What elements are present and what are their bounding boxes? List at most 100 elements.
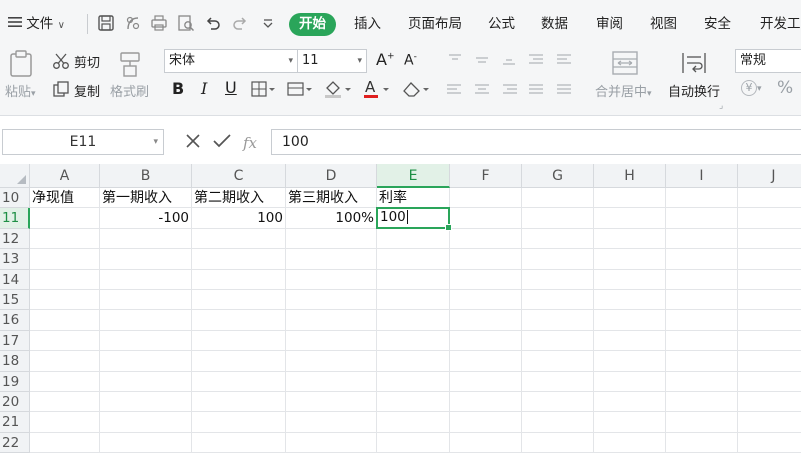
row-header-20[interactable]: 20 [0, 392, 30, 413]
merge-center-button[interactable]: 合并居中▾ [595, 81, 652, 100]
cell-d22[interactable] [286, 432, 377, 454]
cell-g15[interactable] [522, 290, 594, 311]
borders-icon[interactable] [251, 80, 277, 102]
cell-j17[interactable] [738, 331, 801, 352]
print-preview-icon[interactable] [177, 14, 195, 32]
cell-b19[interactable] [100, 371, 192, 392]
row-header-10[interactable]: 10 [0, 188, 30, 209]
spreadsheet-grid[interactable]: A B C D E F G H I J 10 净现值 第一期收入 第二期收入 第三期收入… [0, 164, 801, 456]
cell-g18[interactable] [522, 351, 594, 372]
cell-c15[interactable] [192, 290, 286, 311]
wrap-text-button[interactable]: 自动换行 [668, 81, 720, 100]
column-header-j[interactable]: J [738, 164, 801, 188]
cell-c20[interactable] [192, 392, 286, 413]
percent-button[interactable]: % [777, 78, 793, 98]
format-painter-button[interactable]: 格式刷 [110, 81, 149, 100]
cell-e10[interactable]: 利率 [377, 188, 450, 209]
cell-b12[interactable] [100, 228, 192, 250]
cell-i22[interactable] [666, 432, 738, 454]
bold-icon[interactable]: B [172, 79, 184, 98]
cell-g22[interactable] [522, 432, 594, 454]
fill-color-icon[interactable] [323, 79, 353, 103]
cell-a22[interactable] [30, 432, 100, 454]
row-header-14[interactable]: 14 [0, 269, 30, 290]
cell-i13[interactable] [666, 249, 738, 270]
cell-a18[interactable] [30, 351, 100, 372]
cell-f21[interactable] [450, 412, 522, 433]
column-header-f[interactable]: F [450, 164, 522, 188]
cut-button[interactable]: 剪切 [74, 52, 100, 71]
row-header-22[interactable]: 22 [0, 432, 30, 454]
cell-c16[interactable] [192, 310, 286, 331]
cell-i10[interactable] [666, 188, 738, 209]
cell-h18[interactable] [594, 351, 666, 372]
redo-icon[interactable] [231, 14, 249, 32]
cell-f13[interactable] [450, 249, 522, 270]
cell-f19[interactable] [450, 371, 522, 392]
font-size-select[interactable]: 11 ▾ [297, 49, 367, 73]
cell-d10[interactable]: 第三期收入 [286, 188, 377, 209]
cell-i18[interactable] [666, 351, 738, 372]
save-icon[interactable] [97, 14, 115, 32]
cell-i11[interactable] [666, 208, 738, 229]
cell-a11[interactable] [30, 208, 100, 229]
cell-a16[interactable] [30, 310, 100, 331]
row-header-15[interactable]: 15 [0, 290, 30, 311]
cell-h17[interactable] [594, 330, 666, 352]
cell-b10[interactable]: 第一期收入 [100, 188, 192, 209]
cell-a15[interactable] [30, 290, 100, 311]
cell-h21[interactable] [594, 412, 666, 433]
cell-e22[interactable] [377, 432, 450, 454]
cell-g21[interactable] [522, 412, 594, 433]
cell-f10[interactable] [450, 188, 522, 209]
cell-b15[interactable] [100, 290, 192, 311]
currency-button[interactable]: ¥ ▾ [741, 79, 762, 96]
cell-i15[interactable] [666, 290, 738, 311]
cell-f12[interactable] [450, 228, 522, 250]
row-header-21[interactable]: 21 [0, 412, 30, 433]
cell-g10[interactable] [522, 188, 594, 209]
cell-b14[interactable] [100, 269, 192, 290]
print-icon[interactable] [150, 14, 168, 32]
copy-button[interactable]: 复制 [74, 81, 100, 100]
font-color-icon[interactable]: A [363, 78, 393, 104]
cell-style-icon[interactable] [287, 80, 313, 102]
cell-g12[interactable] [522, 228, 594, 250]
cell-g16[interactable] [522, 310, 594, 331]
cell-e16[interactable] [377, 310, 450, 331]
cell-f22[interactable] [450, 432, 522, 454]
tab-security[interactable]: 安全 [704, 12, 731, 36]
cell-f16[interactable] [450, 310, 522, 331]
column-header-e[interactable]: E [377, 164, 450, 188]
cell-c22[interactable] [192, 432, 286, 454]
cell-h22[interactable] [594, 432, 666, 454]
cell-b13[interactable] [100, 249, 192, 270]
column-header-b[interactable]: B [100, 164, 192, 188]
cell-e20[interactable] [377, 392, 450, 413]
cell-a12[interactable] [30, 228, 100, 250]
cell-g17[interactable] [522, 330, 594, 352]
eraser-icon[interactable] [401, 79, 431, 103]
row-header-18[interactable]: 18 [0, 351, 30, 372]
select-all-button[interactable] [0, 164, 30, 188]
column-header-c[interactable]: C [192, 164, 286, 188]
cell-h12[interactable] [594, 228, 666, 250]
cell-e19[interactable] [377, 371, 450, 392]
cell-d12[interactable] [286, 228, 377, 250]
cell-g13[interactable] [522, 249, 594, 270]
cell-d20[interactable] [286, 392, 377, 413]
paste-button[interactable]: 粘贴▾ [5, 81, 36, 100]
cell-c19[interactable] [192, 371, 286, 392]
cell-g14[interactable] [522, 269, 594, 290]
cell-e17[interactable] [377, 330, 450, 352]
cell-a13[interactable] [30, 249, 100, 270]
tab-page-layout[interactable]: 页面布局 [408, 12, 462, 36]
cell-j11[interactable] [738, 208, 801, 229]
cell-b20[interactable] [100, 392, 192, 413]
cell-d15[interactable] [286, 290, 377, 311]
export-pdf-icon[interactable] [124, 14, 142, 32]
font-dialog-launcher-icon[interactable]: ⌟ [719, 101, 723, 111]
alignment-group-icon[interactable] [445, 52, 580, 108]
cell-a10[interactable]: 净现值 [30, 188, 100, 209]
cell-d11[interactable]: 100% [286, 208, 377, 229]
